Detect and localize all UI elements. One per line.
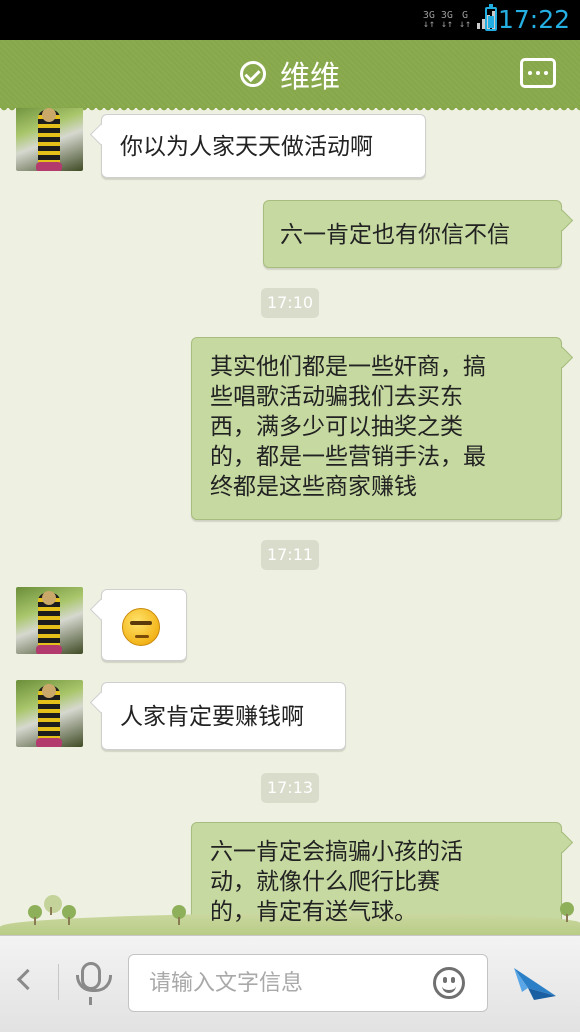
status-clock: 17:22	[497, 5, 570, 34]
timestamp-label: 17:11	[261, 540, 319, 570]
contact-avatar[interactable]	[16, 680, 83, 747]
send-icon[interactable]	[512, 962, 558, 1002]
timestamp-label: 17:13	[261, 773, 319, 803]
message-text: 其实他们都是一些奸商，搞 些唱歌活动骗我们去买东 西，满多少可以抽奖之类 的，都…	[210, 354, 486, 500]
smirk-emoji-icon	[122, 608, 160, 646]
more-icon	[528, 71, 532, 75]
status-bar: 3G ↓↑ 3G ↓↑ G ↓↑ 17:22	[0, 0, 580, 40]
contact-avatar[interactable]	[16, 108, 83, 171]
tree-icon	[28, 905, 42, 925]
message-bubble-received[interactable]	[101, 589, 187, 661]
message-bubble-received[interactable]: 你以为人家天天做活动啊	[101, 114, 426, 178]
message-input-bar	[0, 935, 580, 1032]
microphone-icon[interactable]	[76, 962, 112, 992]
message-list[interactable]: 你以为人家天天做活动啊 六一肯定也有你信不信 17:10 其实他们都是一些奸商，…	[0, 108, 580, 935]
message-text: 六一肯定也有你信不信	[280, 222, 510, 248]
chat-header: 维维	[0, 40, 580, 113]
microphone-stand	[89, 997, 92, 1005]
contact-avatar[interactable]	[16, 587, 83, 654]
network-3g-icon-2: 3G ↓↑	[440, 10, 453, 30]
tree-icon	[62, 905, 76, 925]
message-text: 人家肯定要赚钱啊	[120, 704, 304, 730]
tree-icon	[44, 895, 62, 915]
message-text: 六一肯定会搞骗小孩的活 动，就像什么爬行比赛 的，肯定有送气球。	[210, 839, 463, 925]
network-3g-icon: 3G ↓↑	[422, 10, 435, 30]
message-bubble-sent[interactable]: 其实他们都是一些奸商，搞 些唱歌活动骗我们去买东 西，满多少可以抽奖之类 的，都…	[191, 337, 562, 520]
more-options-button[interactable]	[520, 58, 556, 88]
battery-icon	[485, 4, 497, 31]
timestamp-label: 17:10	[261, 288, 319, 318]
chevron-left-icon[interactable]	[16, 968, 39, 991]
divider	[58, 964, 59, 1000]
message-text: 你以为人家天天做活动啊	[120, 134, 373, 160]
message-bubble-sent[interactable]: 六一肯定会搞骗小孩的活 动，就像什么爬行比赛 的，肯定有送气球。	[191, 822, 562, 935]
chat-title: 维维	[280, 60, 340, 95]
check-circle-icon	[240, 61, 266, 87]
message-bubble-sent[interactable]: 六一肯定也有你信不信	[263, 200, 562, 268]
tree-icon	[560, 902, 574, 922]
network-g-icon: G ↓↑	[458, 10, 471, 30]
smiley-icon[interactable]	[433, 967, 465, 999]
message-bubble-received[interactable]: 人家肯定要赚钱啊	[101, 682, 346, 750]
tree-icon	[172, 905, 186, 925]
chat-title-group: 维维	[0, 40, 580, 108]
